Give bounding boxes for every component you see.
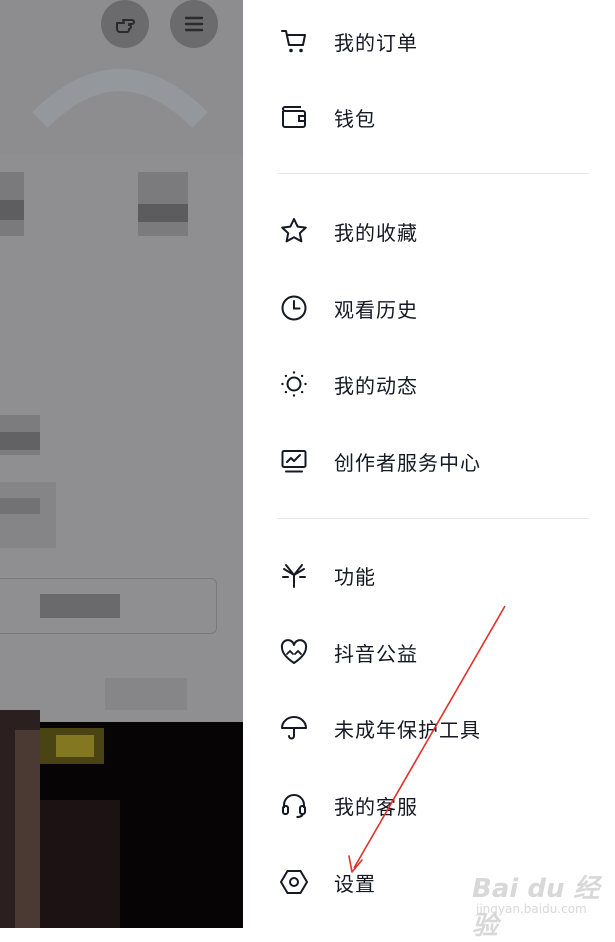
- watermark-url: jingyan.baidu.com: [476, 902, 587, 916]
- menu-item-label: 功能: [334, 564, 376, 589]
- mosaic-block: [40, 594, 120, 618]
- menu-item-customer-service[interactable]: 我的客服: [243, 775, 615, 835]
- headset-icon: [278, 789, 310, 821]
- menu-item-favorites[interactable]: 我的收藏: [243, 201, 615, 261]
- hexagon-settings-icon: [278, 866, 310, 898]
- menu-item-label: 观看历史: [334, 297, 418, 322]
- divider: [278, 173, 589, 174]
- menu-item-label: 我的动态: [334, 373, 418, 398]
- hamburger-menu-icon: [184, 16, 204, 32]
- menu-item-label: 我的订单: [334, 30, 418, 55]
- baidu-watermark: Bai du 经验 jingyan.baidu.com: [470, 860, 610, 941]
- wallet-icon: [278, 101, 310, 133]
- sun-icon: [278, 368, 310, 400]
- umbrella-icon: [278, 712, 310, 744]
- mosaic-block: [0, 498, 40, 514]
- side-drawer-menu: 我的订单 钱包 我的收藏 观看历史 我的动态 创作者服务中心 功能 抖音公益 未…: [243, 0, 615, 928]
- menu-item-label: 设置: [334, 871, 376, 896]
- menu-item-charity[interactable]: 抖音公益: [243, 622, 615, 682]
- mosaic-block: [40, 800, 120, 928]
- chart-monitor-icon: [278, 445, 310, 477]
- mosaic-block: [15, 730, 40, 928]
- mosaic-block: [0, 200, 24, 220]
- menu-item-creator-center[interactable]: 创作者服务中心: [243, 431, 615, 491]
- menu-item-label: 抖音公益: [334, 641, 418, 666]
- menu-item-orders[interactable]: 我的订单: [243, 11, 615, 71]
- mosaic-block: [0, 432, 40, 450]
- menu-item-watch-history[interactable]: 观看历史: [243, 278, 615, 338]
- star-icon: [278, 215, 310, 247]
- sparkle-icon: [278, 559, 310, 591]
- divider: [278, 518, 589, 519]
- menu-item-wallet[interactable]: 钱包: [243, 87, 615, 147]
- mosaic-block: [105, 678, 187, 710]
- menu-item-label: 创作者服务中心: [334, 450, 481, 475]
- hand-point-icon: [116, 19, 135, 33]
- mosaic-block: [0, 482, 56, 548]
- menu-item-minor-protection[interactable]: 未成年保护工具: [243, 698, 615, 758]
- hand-point-button[interactable]: [101, 0, 149, 48]
- menu-item-label: 我的收藏: [334, 220, 418, 245]
- menu-item-features[interactable]: 功能: [243, 545, 615, 605]
- heart-hands-icon: [278, 636, 310, 668]
- menu-item-label: 未成年保护工具: [334, 717, 481, 742]
- mosaic-block: [56, 735, 94, 757]
- menu-item-label: 钱包: [334, 106, 376, 131]
- clock-icon: [278, 292, 310, 324]
- cart-icon: [278, 25, 310, 57]
- menu-item-label: 我的客服: [334, 794, 418, 819]
- mosaic-block: [138, 204, 188, 222]
- menu-item-my-posts[interactable]: 我的动态: [243, 354, 615, 414]
- hamburger-menu-button[interactable]: [170, 0, 218, 48]
- dimmed-background[interactable]: [0, 0, 243, 928]
